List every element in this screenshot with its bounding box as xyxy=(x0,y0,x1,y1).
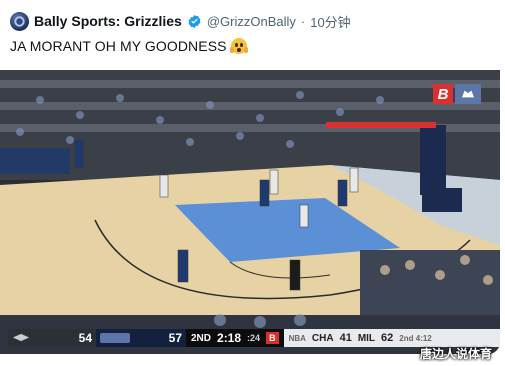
game-clock-panel: 2ND 2:18 :24 B xyxy=(186,329,284,347)
broadcast-corner-logo: B xyxy=(433,84,481,104)
ticker-league: NBA xyxy=(288,333,306,343)
quarter: 2ND xyxy=(191,332,212,344)
game-clock: 2:18 xyxy=(217,331,242,345)
separator: · xyxy=(300,13,306,29)
bally-logo-icon: B xyxy=(266,332,279,344)
timestamp[interactable]: 10分钟 xyxy=(310,12,350,31)
video-media[interactable]: B xyxy=(0,70,500,354)
team-a-panel: 54 xyxy=(8,329,96,347)
watermark: 唐边人说体育 xyxy=(420,347,493,361)
handle[interactable]: @GrizzOnBally xyxy=(207,14,296,29)
shot-clock: :24 xyxy=(247,333,261,343)
ticker-score: 62 xyxy=(381,332,394,344)
bally-logo-icon: B xyxy=(433,84,453,104)
grizzlies-bear-icon xyxy=(455,84,481,104)
tweet-text-content: JA MORANT OH MY GOODNESS xyxy=(10,38,227,54)
avatar[interactable] xyxy=(10,11,29,31)
court-scene xyxy=(0,70,500,354)
spurs-logo-icon xyxy=(12,333,30,344)
tweet-header: Bally Sports: Grizzlies @GrizzOnBally · … xyxy=(10,10,351,32)
ticker-status: 2nd 4:12 xyxy=(399,333,432,343)
team-b-panel: 57 xyxy=(96,329,186,347)
ticker-team: MIL xyxy=(357,332,376,344)
display-name[interactable]: Bally Sports: Grizzlies xyxy=(34,13,182,29)
ticker-score: 41 xyxy=(339,332,352,344)
team-b-score: 57 xyxy=(168,331,182,345)
face-screaming-in-fear-icon xyxy=(229,38,248,54)
team-a-score: 54 xyxy=(78,331,92,345)
ticker-team: CHA xyxy=(311,332,334,344)
verified-badge-icon xyxy=(187,14,202,29)
tweet-text: JA MORANT OH MY GOODNESS xyxy=(10,38,248,54)
grizzlies-logo-icon xyxy=(14,15,25,27)
grizzlies-logo-icon xyxy=(100,333,130,343)
